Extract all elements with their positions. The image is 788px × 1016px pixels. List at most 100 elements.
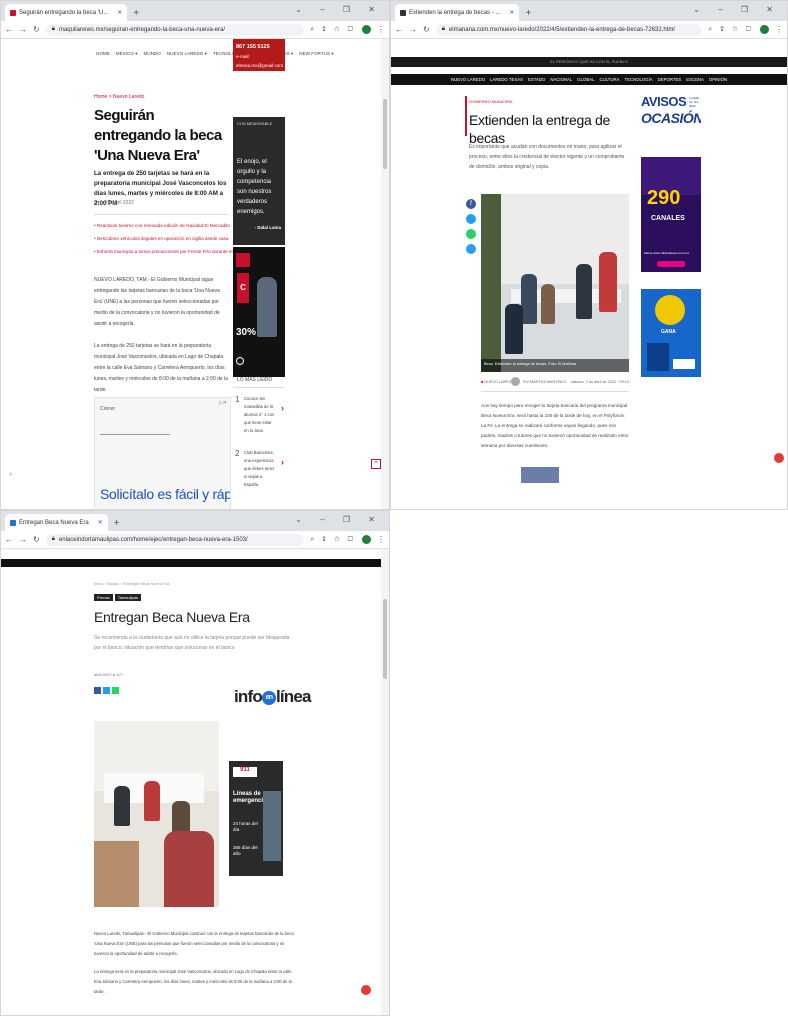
browser-tab[interactable]: Extienden la entrega de becas - ... ✕ bbox=[395, 4, 520, 21]
nav-item[interactable]: MÉXICO ▾ bbox=[116, 51, 138, 57]
new-tab-icon[interactable]: + bbox=[114, 518, 120, 529]
window-controls[interactable]: ⌄ – ❐ ✕ bbox=[693, 5, 781, 14]
tab-strip: Seguirán entregando la beca 'U... ✕ + ⌄ –… bbox=[1, 1, 389, 21]
nav-item[interactable]: NEW FORTUS ▾ bbox=[299, 51, 333, 57]
divider bbox=[233, 387, 285, 388]
back-icon[interactable]: ← bbox=[5, 25, 13, 34]
url-field[interactable]: 🔒︎ enlaceindortamaulipas.com/home/ejec/en… bbox=[45, 533, 305, 546]
forward-icon[interactable]: → bbox=[409, 25, 417, 34]
ad-icon bbox=[236, 357, 244, 365]
article-paragraph: Aún hay tiempo para recoger tu tarjeta b… bbox=[481, 403, 629, 448]
article-kicker[interactable]: GOBIERNO MUNICIPAL bbox=[469, 99, 513, 104]
nav-item[interactable]: NACIONAL bbox=[550, 77, 572, 82]
logo-text: info bbox=[234, 687, 263, 706]
side-ad[interactable]: C 30% bbox=[233, 247, 285, 377]
facebook-share-icon[interactable] bbox=[94, 687, 101, 694]
emergency-lines-ad[interactable]: 911 Líneas de emergencia 24 horas del dí… bbox=[229, 761, 283, 876]
scroll-up-icon[interactable]: ^ bbox=[9, 473, 12, 480]
nav-item[interactable]: ESTADO bbox=[528, 77, 545, 82]
back-icon[interactable]: ← bbox=[395, 25, 403, 34]
nav-item[interactable]: ESCENA bbox=[686, 77, 704, 82]
nav-item[interactable]: NUEVO LAREDO bbox=[451, 77, 485, 82]
browser-tab[interactable]: Seguirán entregando la beca 'U... ✕ bbox=[5, 4, 128, 21]
reload-icon[interactable]: ↻ bbox=[423, 25, 430, 34]
most-read-number: 2 bbox=[235, 449, 240, 458]
nav-item[interactable]: GLOBAL bbox=[577, 77, 594, 82]
url-field[interactable]: 🔒︎ elmanana.com.mx/nuevo-laredo/2022/4/5/… bbox=[435, 23, 703, 36]
reload-icon[interactable]: ↻ bbox=[33, 535, 40, 544]
notification-bell-button[interactable] bbox=[774, 453, 784, 463]
reload-icon[interactable]: ↻ bbox=[33, 25, 40, 34]
whatsapp-share-icon[interactable] bbox=[466, 229, 476, 239]
avisos-ocasion-logo[interactable]: AVISOS OCASIÓN LLAME AL 711-9000 bbox=[641, 94, 701, 136]
scrollbar[interactable] bbox=[381, 549, 389, 1015]
close-tab-icon[interactable]: ✕ bbox=[117, 9, 122, 16]
profile-avatar[interactable] bbox=[362, 25, 371, 34]
toolbar-icons[interactable]: ⌕ ⇪ ☆ ▢ bbox=[708, 26, 754, 34]
nav-item[interactable]: LAREDO TEXAS bbox=[490, 77, 523, 82]
breadcrumb[interactable]: Home > Nuevo Laredo bbox=[94, 94, 144, 100]
notification-bell-button[interactable] bbox=[361, 985, 371, 995]
article-subhead: Es importante que acudan con documentos … bbox=[469, 144, 625, 170]
menu-icon[interactable]: ⋮ bbox=[377, 25, 385, 34]
nav-item[interactable]: NUEVO LAREDO ▾ bbox=[167, 51, 207, 57]
window-controls[interactable]: ⌄ – ❐ ✕ bbox=[295, 515, 383, 524]
related-link[interactable]: • Descubren vehículos ilegales en operac… bbox=[94, 236, 228, 241]
related-link-text: Descubren vehículos ilegales en operació… bbox=[96, 236, 229, 241]
article-photo bbox=[94, 721, 219, 907]
ad-box-crecer[interactable]: Crecer ▷✕ Solicítalo es fácil y rápido bbox=[94, 397, 231, 509]
cable-ad[interactable]: 290 CANALES Marca www.cablecalepco.com.m… bbox=[641, 157, 701, 272]
phone-number: 867 155 5125 bbox=[236, 44, 270, 50]
address-bar: ← → ↻ 🔒︎ elmanana.com.mx/nuevo-laredo/2022/… bbox=[391, 21, 787, 39]
new-tab-icon[interactable]: + bbox=[525, 8, 531, 19]
toolbar-icons[interactable]: ⌕ ⇪ ☆ ▢ bbox=[310, 26, 356, 34]
ad-cta-button[interactable] bbox=[657, 261, 685, 267]
window-controls[interactable]: ⌄ – ❐ ✕ bbox=[295, 5, 383, 14]
tab-strip: Extienden la entrega de becas - ... ✕ + ⌄… bbox=[391, 1, 787, 21]
breadcrumb[interactable]: Inicio › Estado › Entregan Beca Nueva Er… bbox=[94, 581, 169, 586]
url-field[interactable]: 🔒︎ maquilanews.mx/seguiran-entregando-la-… bbox=[45, 23, 305, 36]
article-subhead: Se recomienda a la ciudadanía que aún no… bbox=[94, 635, 290, 651]
article-meta: ■ NUEVO LAREDO Por MARTHA MARTÍNEZ sábad… bbox=[481, 377, 629, 389]
promo-button[interactable] bbox=[673, 359, 695, 369]
toolbar-icons[interactable]: ⌕ ⇪ ☆ ▢ bbox=[310, 536, 356, 544]
forward-icon[interactable]: → bbox=[19, 535, 27, 544]
tag[interactable]: Prensa bbox=[94, 594, 113, 601]
article-paragraph: Nuevo Laredo, Tamaulipas.- El Gobierno M… bbox=[94, 931, 294, 956]
telegram-share-icon[interactable] bbox=[466, 244, 476, 254]
close-tab-icon[interactable]: ✕ bbox=[98, 519, 103, 526]
ad-person-image bbox=[257, 277, 277, 337]
twitter-share-icon[interactable] bbox=[466, 214, 476, 224]
nav-item[interactable]: TECNOLOGÍA bbox=[624, 77, 652, 82]
lock-icon: 🔒︎ bbox=[51, 536, 55, 542]
nav-item[interactable]: OPINIÓN bbox=[709, 77, 727, 82]
back-icon[interactable]: ← bbox=[5, 535, 13, 544]
whatsapp-share-icon[interactable] bbox=[112, 687, 119, 694]
new-tab-icon[interactable]: + bbox=[133, 8, 139, 19]
twitter-share-icon[interactable] bbox=[103, 687, 110, 694]
close-tab-icon[interactable]: ✕ bbox=[509, 9, 514, 16]
menu-icon[interactable]: ⋮ bbox=[377, 535, 385, 544]
nav-item[interactable]: CULTURA bbox=[600, 77, 620, 82]
tag[interactable]: Tamaulipas bbox=[114, 594, 141, 601]
profile-avatar[interactable] bbox=[760, 25, 769, 34]
ad-info-icon[interactable]: ▷✕ bbox=[219, 400, 227, 406]
publish-date: sábado, 2 de abril de 2022 · 09:10 bbox=[571, 380, 629, 384]
facebook-share-icon[interactable]: f bbox=[466, 199, 476, 209]
bottom-ad-thumb[interactable] bbox=[521, 467, 559, 483]
related-link[interactable]: • Reactivan turismo con renovada edición… bbox=[94, 223, 230, 228]
nav-item[interactable]: HOME bbox=[96, 51, 110, 57]
browser-tab[interactable]: Entregan Beca Nueva Era ✕ bbox=[5, 514, 108, 531]
scroll-top-button[interactable]: ⌃ bbox=[371, 459, 381, 469]
info-en-linea-logo[interactable]: info en línea bbox=[234, 687, 311, 707]
article-headline: Seguirán entregando la beca 'Una Nueva E… bbox=[94, 107, 222, 164]
profile-avatar[interactable] bbox=[362, 535, 371, 544]
ad-url: Marca www.cablecalepco.com.mx bbox=[644, 251, 690, 255]
nav-item[interactable]: DEPORTES bbox=[658, 77, 682, 82]
promo-ad[interactable]: GANA bbox=[641, 289, 701, 377]
menu-icon[interactable]: ⋮ bbox=[775, 25, 783, 34]
nav-item[interactable]: MUNDO bbox=[144, 51, 161, 57]
section-tag[interactable]: ■ NUEVO LAREDO bbox=[481, 380, 515, 384]
forward-icon[interactable]: → bbox=[19, 25, 27, 34]
scrollbar[interactable] bbox=[381, 39, 389, 509]
